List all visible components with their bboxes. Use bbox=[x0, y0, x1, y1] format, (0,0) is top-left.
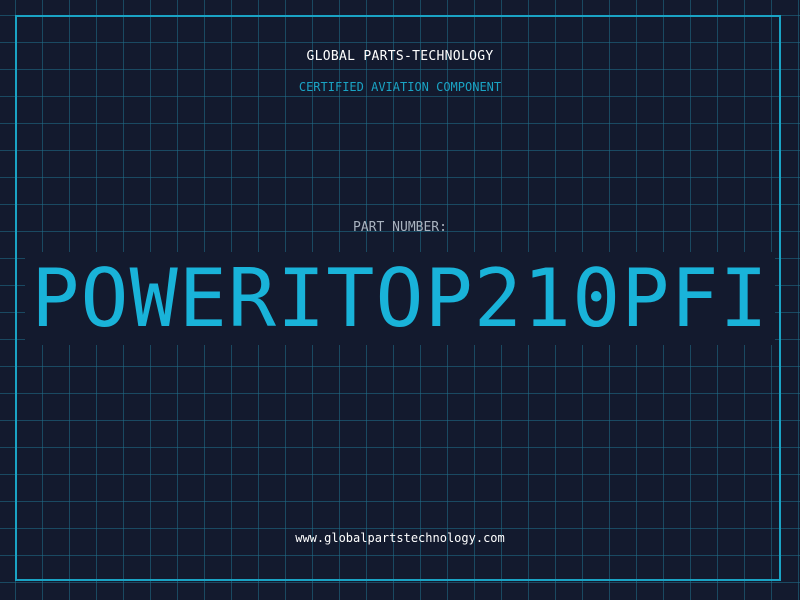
part-number-display: POWERITOP210PFI bbox=[0, 252, 800, 345]
website-url: www.globalpartstechnology.com bbox=[295, 531, 505, 545]
part-number-value: POWERITOP210PFI bbox=[25, 252, 775, 345]
certification-tagline: CERTIFIED AVIATION COMPONENT bbox=[298, 80, 502, 94]
part-number-label: PART NUMBER: bbox=[353, 220, 447, 235]
certificate-canvas: GLOBAL PARTS-TECHNOLOGY CERTIFIED AVIATI… bbox=[0, 0, 800, 600]
company-name: GLOBAL PARTS-TECHNOLOGY bbox=[306, 49, 494, 64]
